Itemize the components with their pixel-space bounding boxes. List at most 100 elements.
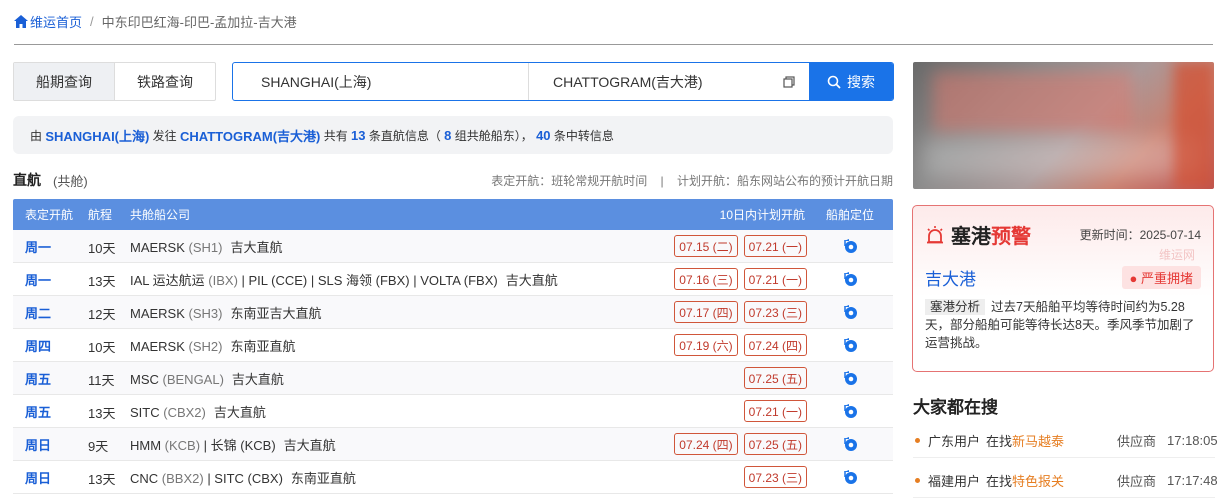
row-locate <box>807 238 893 254</box>
copy-icon[interactable] <box>783 76 795 88</box>
planned-date[interactable]: 07.23 (三) <box>743 301 807 323</box>
ship-locate-icon[interactable] <box>842 271 858 287</box>
congestion-alert-card[interactable]: 塞港预警 更新时间：2025-07-14 维运网 吉大港 ● 严重拥堵 塞港分析… <box>912 205 1214 372</box>
planned-date[interactable]: 07.21 (一) <box>743 268 807 290</box>
table-row[interactable]: 周五 13天 SITC (CBX2) 吉大直航 07.21 (一) <box>13 395 893 428</box>
row-locate <box>807 370 893 386</box>
row-planned-dates: 07.24 (四) 07.25 (五) <box>669 433 807 455</box>
planned-date[interactable]: 07.23 (三) <box>743 466 807 488</box>
row-locate <box>807 337 893 353</box>
carrier-name[interactable]: HMM <box>130 438 161 453</box>
hot-searches-list: 广东用户 在找 新马越泰 供应商 17:18:05 福建用户 在找 特色报关 供应商 17:17:… <box>913 424 1218 498</box>
summary-text: 条直航信息（ <box>365 128 445 143</box>
search-icon <box>827 75 841 89</box>
route-label: 吉大直航 <box>213 404 266 420</box>
service-code: (BBX2) <box>161 470 204 486</box>
carrier-name[interactable]: CNC <box>130 471 158 486</box>
row-company: MSC (BENGAL) 吉大直航 <box>130 369 669 388</box>
planned-date[interactable]: 07.21 (一) <box>743 235 807 257</box>
breadcrumb-home-label: 维运首页 <box>30 15 83 30</box>
row-day: 周五 <box>25 371 52 387</box>
home-icon <box>14 15 28 28</box>
hot-verb: 在找 <box>986 474 1013 489</box>
destination-input[interactable]: CHATTOGRAM(吉大港) <box>529 63 809 100</box>
search-button[interactable]: 搜索 <box>809 63 893 100</box>
row-day: 周一 <box>25 239 52 255</box>
planned-date[interactable]: 07.24 (四) <box>743 334 807 356</box>
row-day: 周五 <box>25 404 52 420</box>
route-search: SHANGHAI(上海) CHATTOGRAM(吉大港) 搜索 <box>232 62 894 101</box>
ship-locate-icon[interactable] <box>842 469 858 485</box>
row-duration: 10天 <box>88 339 116 355</box>
section-title: 直航 <box>13 172 41 188</box>
ship-locate-icon[interactable] <box>842 337 858 353</box>
carrier-name[interactable]: SITC <box>130 405 160 420</box>
row-planned-dates: 07.21 (一) <box>669 400 807 422</box>
table-row[interactable]: 周二 12天 MAERSK (SH3) 东南亚吉大直航 07.17 (四) 07.23 (… <box>13 296 893 329</box>
breadcrumb-separator: / <box>90 14 94 29</box>
hot-type: 供应商 <box>1117 474 1157 489</box>
ship-locate-icon[interactable] <box>842 370 858 386</box>
table-row[interactable]: 周日 13天 CNC (BBX2) | SITC (CBX) 东南亚直航 07.23 (… <box>13 461 893 494</box>
origin-input[interactable]: SHANGHAI(上海) <box>233 63 529 100</box>
hot-keyword[interactable]: 新马越泰 <box>1012 431 1064 450</box>
planned-date[interactable]: 07.16 (三) <box>674 268 738 290</box>
planned-date[interactable]: 07.15 (二) <box>674 235 738 257</box>
ship-locate-icon[interactable] <box>842 238 858 254</box>
carrier-name[interactable]: MSC <box>130 372 159 387</box>
ship-locate-icon[interactable] <box>842 403 858 419</box>
row-planned-dates: 07.17 (四) 07.23 (三) <box>669 301 807 323</box>
ad-banner[interactable] <box>913 62 1214 189</box>
table-row[interactable]: 周四 10天 MAERSK (SH2) 东南亚直航 07.19 (六) 07.24 (四) <box>13 329 893 362</box>
alert-description: 塞港分析 过去7天船舶平均等待时间约为5.28天，部分船舶可能等待长达8天。季风季… <box>925 298 1201 352</box>
shared-carriers[interactable]: | PIL (CCE) | SLS 海领 (FBX) | VOLTA (FBX) <box>238 273 498 288</box>
planned-date[interactable]: 07.25 (五) <box>743 367 807 389</box>
summary-text: 条中转信息 <box>550 128 614 143</box>
bullet-dot <box>915 438 920 443</box>
route-label: 东南亚直航 <box>290 470 356 486</box>
service-code: (SH3) <box>188 305 223 321</box>
planned-date[interactable]: 07.24 (四) <box>674 433 738 455</box>
tab-schedule[interactable]: 船期查询 <box>14 63 114 100</box>
breadcrumb-home-link[interactable]: 维运首页 <box>14 12 82 31</box>
hot-search-item[interactable]: 广东用户 在找 新马越泰 供应商 17:18:05 <box>913 424 1218 458</box>
row-company: HMM (KCB) | 长锦 (KCB) 吉大直航 <box>130 435 669 454</box>
shared-carriers[interactable]: | 长锦 (KCB) <box>200 438 276 453</box>
table-body: 周一 10天 MAERSK (SH1) 吉大直航 07.15 (二) 07.21 (一) 周… <box>13 230 893 494</box>
table-row[interactable]: 周五 11天 MSC (BENGAL) 吉大直航 07.25 (五) <box>13 362 893 395</box>
service-code: (BENGAL) <box>162 371 224 387</box>
ship-locate-icon[interactable] <box>842 436 858 452</box>
hot-keyword[interactable]: 特色报关 <box>1012 471 1064 490</box>
row-duration: 13天 <box>88 471 116 487</box>
planned-date[interactable]: 07.25 (五) <box>743 433 807 455</box>
planned-date[interactable]: 07.21 (一) <box>743 400 807 422</box>
ship-locate-icon[interactable] <box>842 304 858 320</box>
carrier-name[interactable]: MAERSK <box>130 306 185 321</box>
service-code: (KCB) <box>164 437 201 453</box>
table-row[interactable]: 周一 13天 IAL 运达航运 (IBX) | PIL (CCE) | SLS 海领… <box>13 263 893 296</box>
hot-time: 17:18:05 <box>1167 433 1218 448</box>
bullet-dot <box>915 478 920 483</box>
tab-railway[interactable]: 铁路查询 <box>114 63 215 100</box>
header-plan: 10日内计划开航 <box>719 208 805 222</box>
alert-port-link[interactable]: 吉大港 <box>925 265 976 290</box>
severity-label: 严重拥堵 <box>1140 271 1193 286</box>
carrier-name[interactable]: IAL 运达航运 <box>130 273 205 288</box>
hot-search-item[interactable]: 福建用户 在找 特色报关 供应商 17:17:48 <box>913 464 1218 498</box>
carrier-name[interactable]: MAERSK <box>130 339 185 354</box>
table-row[interactable]: 周日 9天 HMM (KCB) | 长锦 (KCB) 吉大直航 07.24 (四) 07.… <box>13 428 893 461</box>
row-company: SITC (CBX2) 吉大直航 <box>130 402 669 421</box>
planned-date[interactable]: 07.19 (六) <box>674 334 738 356</box>
carrier-name[interactable]: MAERSK <box>130 240 185 255</box>
route-label: 东南亚吉大直航 <box>230 305 322 321</box>
table-row[interactable]: 周一 10天 MAERSK (SH1) 吉大直航 07.15 (二) 07.21 (一) <box>13 230 893 263</box>
route-label: 东南亚直航 <box>230 338 296 354</box>
row-company: MAERSK (SH1) 吉大直航 <box>130 237 669 256</box>
summary-transfer-count: 40 <box>536 127 551 143</box>
analysis-tag: 塞港分析 <box>925 299 986 315</box>
row-duration: 13天 <box>88 405 116 421</box>
planned-date[interactable]: 07.17 (四) <box>674 301 738 323</box>
summary-text: 发往 <box>149 128 181 143</box>
shared-carriers[interactable]: | SITC (CBX) <box>204 471 283 486</box>
route-label: 吉大直航 <box>230 239 283 255</box>
